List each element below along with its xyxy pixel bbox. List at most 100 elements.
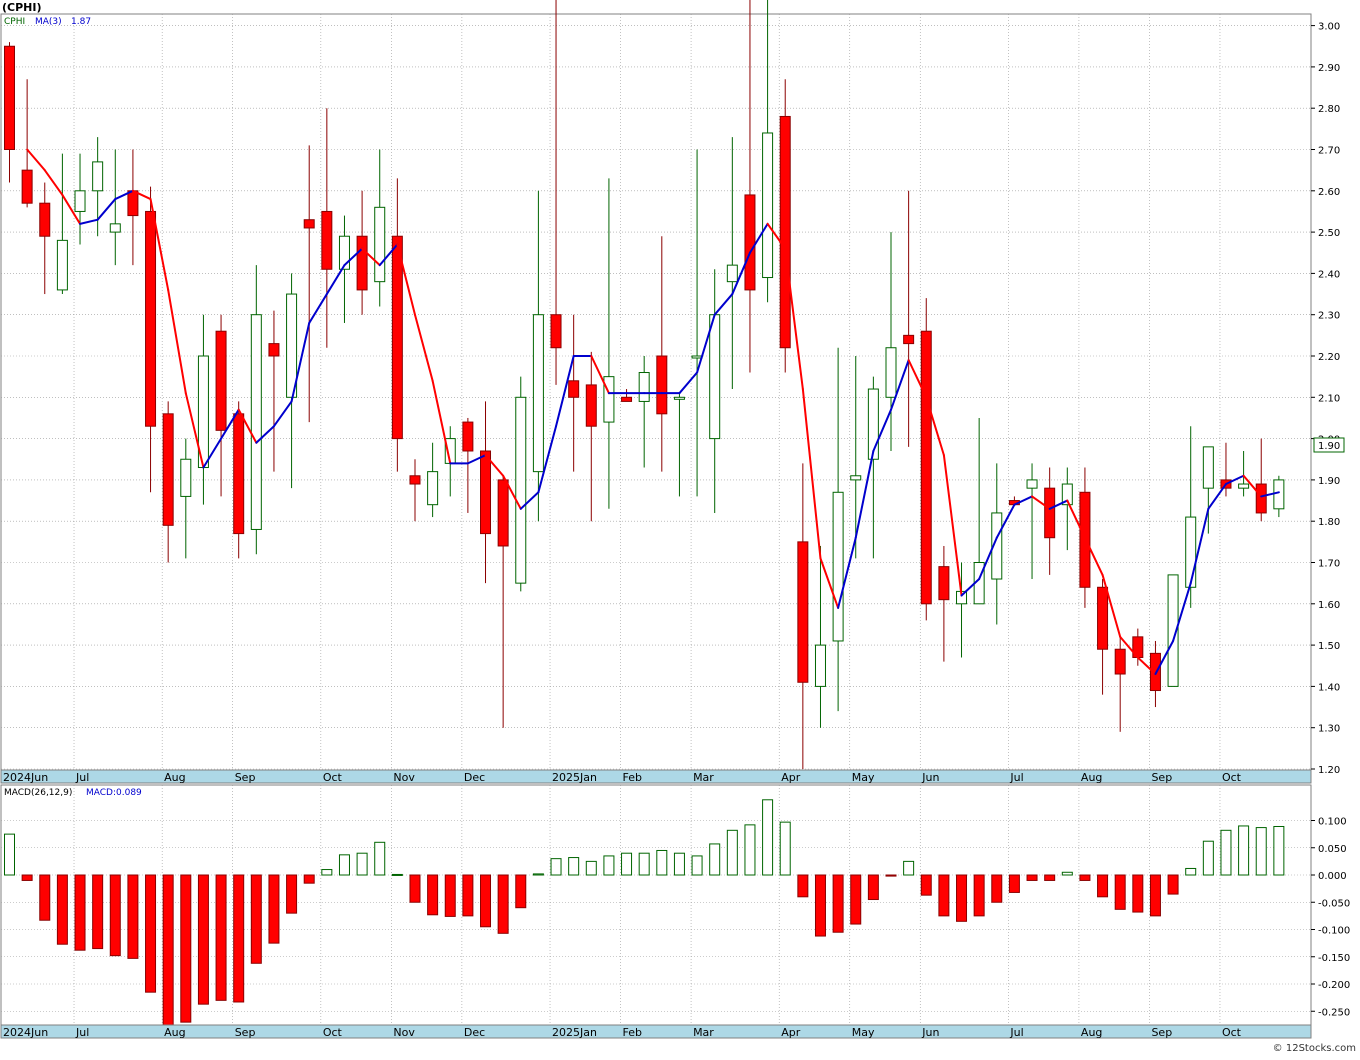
macd-bar-positive [1220, 829, 1232, 876]
macd-bar-positive [903, 860, 915, 876]
macd-month-axis-band [0, 1024, 1312, 1039]
macd-tick-label: -0.200 [1318, 980, 1350, 991]
candle-body-up [515, 396, 527, 584]
month-label-top: 2024Jun [3, 771, 48, 784]
candle-body-down [409, 475, 421, 485]
candle-body-down [1097, 586, 1109, 650]
candle-body-down [585, 384, 597, 427]
candle-body-down [797, 541, 809, 683]
macd-bar-negative [1149, 874, 1161, 917]
month-label-bottom: Jul [75, 1026, 89, 1039]
macd-bar-negative [920, 874, 932, 896]
month-label-top: Apr [781, 771, 801, 784]
macd-bar-negative [867, 874, 879, 901]
macd-bar-negative [109, 874, 121, 957]
macd-bar-negative [56, 874, 68, 945]
macd-bar-positive [744, 824, 756, 876]
candle-body-down [903, 334, 915, 345]
candle-body-down [779, 115, 791, 349]
month-label-top: 2025Jan [552, 771, 597, 784]
candle-body-down [621, 396, 633, 402]
macd-bar-positive [550, 858, 562, 876]
month-label-bottom: Nov [393, 1026, 415, 1039]
macd-month-axis: 2024Jun Jul Aug Sep Oct Nov Dec 2025Jan Feb Mar Ap… [0, 1024, 1312, 1039]
macd-bar-positive [709, 843, 721, 876]
candle-body-down [550, 314, 562, 349]
macd-bar-negative [497, 874, 509, 934]
price-tick-label: 1.80 [1318, 517, 1340, 528]
candle-body-up [1026, 479, 1038, 489]
candle-body-up [709, 314, 721, 440]
candle-body-down [356, 235, 368, 291]
month-label-bottom: 2024Jun [3, 1026, 48, 1039]
candle-body-up [109, 223, 121, 233]
macd-bar-negative [180, 874, 192, 1023]
candle-body-down [215, 330, 227, 431]
price-tick-label: 2.70 [1318, 146, 1340, 157]
macd-tick-label: -0.150 [1318, 953, 1350, 964]
price-panel: 1.201.301.401.501.601.701.801.902.002.10… [0, 0, 1345, 776]
month-label-bottom: May [852, 1026, 875, 1039]
macd-bar-negative [797, 874, 809, 898]
macd-bar-negative [1114, 874, 1126, 910]
candle-body-up [762, 132, 774, 279]
macd-bar-positive [726, 829, 738, 876]
macd-bar-negative [74, 874, 86, 951]
macd-bar-positive [356, 852, 368, 876]
month-label-bottom: Dec [464, 1026, 485, 1039]
month-label-top: Dec [464, 771, 485, 784]
macd-bar-positive [1255, 827, 1267, 876]
month-label-bottom: Aug [164, 1026, 185, 1039]
macd-bar-positive [621, 852, 633, 876]
price-tick-label: 1.70 [1318, 559, 1340, 570]
candle-body-down [233, 413, 245, 535]
candle-body-down [145, 210, 157, 427]
macd-bar-negative [973, 874, 985, 917]
price-tick-label: 2.80 [1318, 104, 1340, 115]
candle-body-up [427, 471, 439, 506]
macd-bar-positive [4, 833, 15, 876]
candle-body-down [321, 210, 333, 270]
macd-bar-negative [427, 874, 439, 916]
price-tick-label: 1.20 [1318, 765, 1340, 776]
candle-body-down [21, 169, 33, 204]
candle-body-down [462, 421, 474, 452]
last-price-label: 1.90 [1318, 441, 1340, 452]
candle-body-down [1255, 483, 1267, 514]
macd-tick-label: -0.050 [1318, 898, 1350, 909]
price-tick-label: 2.30 [1318, 311, 1340, 322]
candle-body-up [832, 491, 844, 642]
macd-bar-negative [1079, 874, 1091, 881]
price-tick-label: 1.90 [1318, 476, 1340, 487]
macd-bar-negative [1097, 874, 1109, 898]
macd-bar-negative [197, 874, 209, 1005]
macd-bar-positive [391, 873, 403, 876]
macd-bar-negative [162, 874, 174, 1026]
price-tick-label: 2.60 [1318, 187, 1340, 198]
macd-bar-negative [268, 874, 280, 944]
candle-body-up [814, 644, 826, 687]
macd-bar-positive [1185, 867, 1197, 876]
price-tick-label: 1.30 [1318, 724, 1340, 735]
month-label-bottom: Feb [623, 1026, 642, 1039]
candle-body-up [74, 190, 86, 212]
last-price-marker: 1.90 [1313, 437, 1345, 453]
candle-body-down [480, 450, 492, 535]
price-tick-label: 2.20 [1318, 352, 1340, 363]
macd-bar-positive [656, 849, 668, 876]
macd-bar-negative [39, 874, 51, 921]
macd-bar-positive [1202, 840, 1214, 876]
macd-bar-positive [762, 799, 774, 876]
macd-tick-label: 0.100 [1318, 817, 1347, 828]
candle-body-up [1202, 446, 1214, 489]
macd-bar-negative [850, 874, 862, 925]
candle-body-down [4, 45, 15, 150]
price-tick-label: 2.10 [1318, 393, 1340, 404]
month-label-top: Sep [1151, 771, 1172, 784]
macd-bar-positive [603, 855, 615, 876]
macd-bar-negative [956, 874, 968, 922]
candle-body-down [127, 190, 139, 217]
macd-bar-positive [374, 841, 386, 876]
macd-bar-negative [145, 874, 157, 993]
candle-body-up [180, 458, 192, 497]
